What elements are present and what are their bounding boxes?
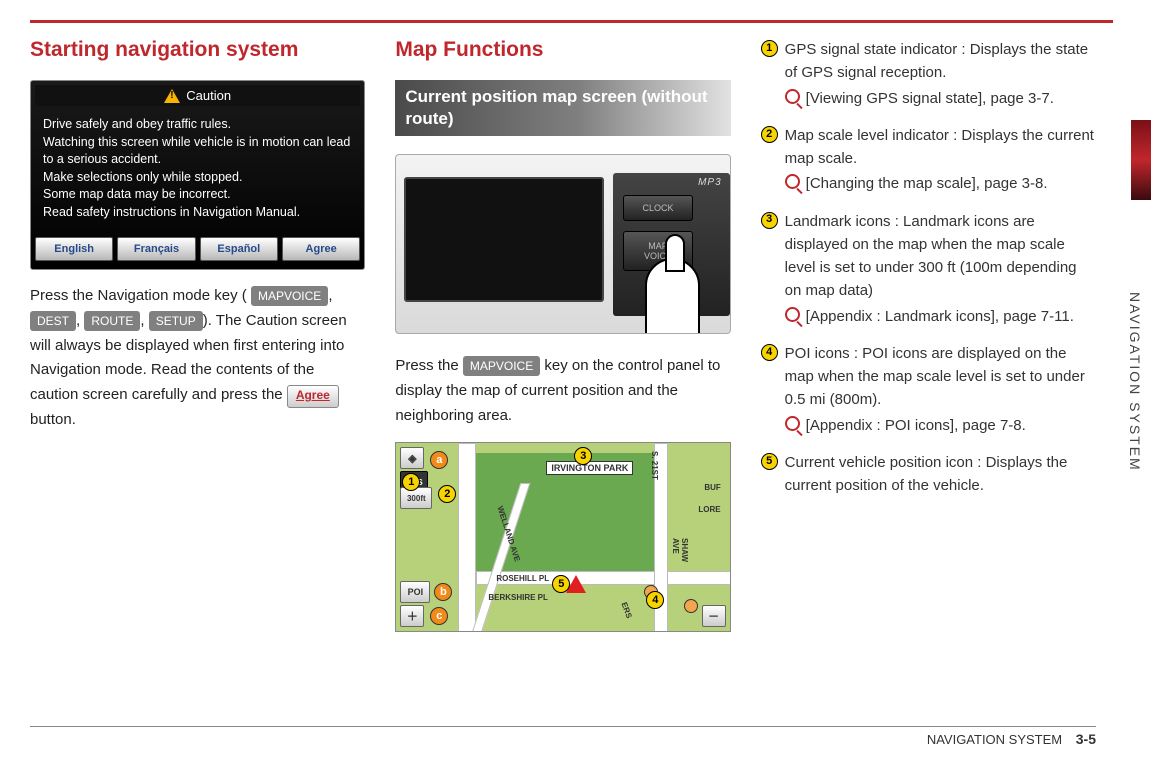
mapvoice-key-inline: MAPVOICE	[463, 356, 540, 376]
street-s21st: S. 21ST	[650, 451, 659, 480]
lang-english-button[interactable]: English	[35, 237, 113, 261]
legend-ref-text-4: [Appendix : POI icons], page 7-8.	[806, 414, 1026, 437]
map-functions-paragraph: Press the MAPVOICE key on the control pa…	[395, 354, 730, 428]
hand-icon	[645, 258, 700, 334]
heading-starting-navigation: Starting navigation system	[30, 38, 365, 62]
device-photo: MP3 CLOCK MAP VOICE	[395, 154, 730, 334]
callout-c: c	[430, 607, 448, 625]
mapvoice-key: MAPVOICE	[251, 286, 328, 306]
callout-2: 2	[438, 485, 456, 503]
legend-num-5: 5	[761, 453, 778, 470]
legend-num-2: 2	[761, 126, 778, 143]
street-rosehill: ROSEHILL PL	[496, 574, 549, 583]
device-screen	[404, 177, 604, 302]
poi-button[interactable]: POI	[400, 581, 430, 603]
legend-ref-3: [Appendix : Landmark icons], page 7-11.	[785, 305, 1096, 328]
legend-item-5: 5 Current vehicle position icon : Displa…	[761, 451, 1096, 498]
side-tab: NAVIGATION SYSTEM	[1119, 30, 1151, 733]
page-body: Starting navigation system Caution Drive…	[30, 38, 1096, 718]
legend-text-1: GPS signal state indicator : Displays th…	[785, 41, 1088, 81]
street-berkshire: BERKSHIRE PL	[488, 593, 548, 602]
p2-pre: Press the	[395, 357, 463, 374]
street-buf: BUF	[704, 483, 720, 492]
zoom-out-button[interactable]: －	[702, 605, 726, 627]
legend-item-4: 4 POI icons : POI icons are displayed on…	[761, 342, 1096, 437]
legend-ref-4: [Appendix : POI icons], page 7-8.	[785, 414, 1096, 437]
legend-ref-2: [Changing the map scale], page 3-8.	[785, 172, 1096, 195]
scale-indicator: 300ft	[400, 487, 432, 509]
heading-map-functions: Map Functions	[395, 38, 730, 62]
route-key: ROUTE	[84, 311, 140, 331]
lang-espanol-button[interactable]: Español	[200, 237, 278, 261]
zoom-in-button[interactable]: ＋	[400, 605, 424, 627]
column-starting-navigation: Starting navigation system Caution Drive…	[30, 38, 365, 718]
agree-screen-button[interactable]: Agree	[282, 237, 360, 261]
lang-francais-button[interactable]: Français	[117, 237, 195, 261]
starting-nav-paragraph: Press the Navigation mode key ( MAPVOICE…	[30, 284, 365, 433]
legend-item-1: 1 GPS signal state indicator : Displays …	[761, 38, 1096, 110]
legend-text-4: POI icons : POI icons are displayed on t…	[785, 345, 1085, 409]
p1-post: button.	[30, 411, 76, 428]
legend-ref-text-3: [Appendix : Landmark icons], page 7-11.	[806, 305, 1074, 328]
legend-text-2: Map scale level indicator : Displays the…	[785, 127, 1094, 167]
legend-ref-text-2: [Changing the map scale], page 3-8.	[806, 172, 1048, 195]
caution-screenshot: Caution Drive safely and obey traffic ru…	[30, 80, 365, 270]
magnifier-icon	[785, 416, 800, 431]
callout-a: a	[430, 451, 448, 469]
clock-key[interactable]: CLOCK	[623, 195, 693, 221]
p1-pre: Press the Navigation mode key (	[30, 287, 247, 304]
caution-header: Caution	[35, 85, 360, 106]
street-shaw: SHAW AVE	[671, 538, 689, 578]
legend-num-4: 4	[761, 344, 778, 361]
caution-title: Caution	[186, 88, 231, 103]
legend-ref-text-1: [Viewing GPS signal state], page 3-7.	[806, 87, 1054, 110]
side-tab-label: NAVIGATION SYSTEM	[1127, 292, 1143, 472]
magnifier-icon	[785, 174, 800, 189]
footer-section: NAVIGATION SYSTEM	[927, 732, 1062, 747]
legend-num-3: 3	[761, 212, 778, 229]
callout-b: b	[434, 583, 452, 601]
legend-ref-1: [Viewing GPS signal state], page 3-7.	[785, 87, 1096, 110]
column-map-functions: Map Functions Current position map scree…	[395, 38, 730, 718]
page-footer: NAVIGATION SYSTEM 3-5	[30, 726, 1096, 747]
mp3-label: MP3	[698, 177, 722, 188]
map-screenshot: IRVINGTON PARK S. 21ST BUF LORE SHAW AVE…	[395, 442, 730, 632]
poi-icon-2	[684, 599, 698, 613]
dest-key: DEST	[30, 311, 76, 331]
legend-text-3: Landmark icons : Landmark icons are disp…	[785, 213, 1077, 300]
caution-body-text: Drive safely and obey traffic rules. Wat…	[35, 106, 360, 235]
compass-icon[interactable]: ◈	[400, 447, 424, 469]
setup-key: SETUP	[149, 311, 203, 331]
street-lore: LORE	[698, 505, 720, 514]
legend-num-1: 1	[761, 40, 778, 57]
top-red-rule	[30, 20, 1113, 23]
subheading-current-position: Current position map screen (without rou…	[395, 80, 730, 136]
street-ers: ERS	[620, 601, 634, 620]
park-label: IRVINGTON PARK	[546, 461, 633, 475]
agree-inline-button: Agree	[287, 385, 339, 408]
column-legend: 1 GPS signal state indicator : Displays …	[761, 38, 1096, 718]
magnifier-icon	[785, 307, 800, 322]
footer-page-number: 3-5	[1076, 731, 1096, 747]
caution-button-row: English Français Español Agree	[35, 235, 360, 265]
legend-item-3: 3 Landmark icons : Landmark icons are di…	[761, 210, 1096, 328]
legend-text-5: Current vehicle position icon : Displays…	[785, 454, 1068, 494]
warning-icon	[164, 89, 180, 103]
road-v1	[458, 443, 476, 632]
magnifier-icon	[785, 89, 800, 104]
legend-item-2: 2 Map scale level indicator : Displays t…	[761, 124, 1096, 196]
